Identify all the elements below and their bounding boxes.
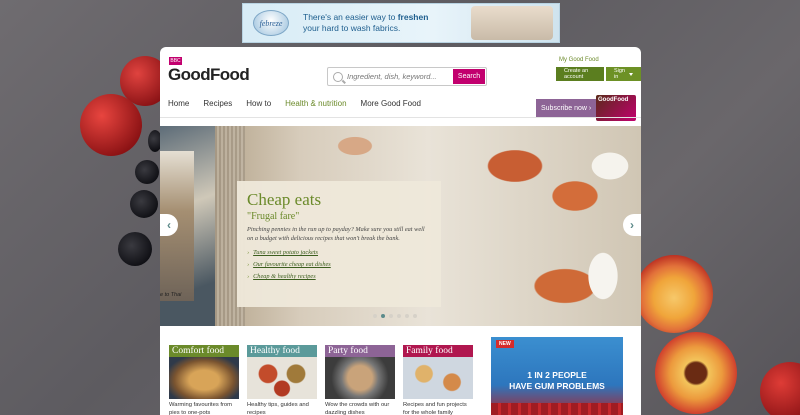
hero-title[interactable]: Cheap eats	[247, 190, 431, 210]
card-text: Healthy tips, guides and recipes	[247, 402, 309, 415]
subscribe-button[interactable]: Subscribe now ›	[536, 99, 602, 117]
blackberry-decoration	[135, 160, 159, 184]
search-input[interactable]	[347, 72, 457, 81]
nav-item-health-nutrition[interactable]: Health & nutrition	[285, 99, 346, 108]
nav-item-home[interactable]: Home	[168, 99, 189, 108]
ad-headline: 1 IN 2 PEOPLE HAVE GUM PROBLEMS	[509, 370, 605, 391]
hero-caption-box: Cheap eats "Frugal fare" Pinching pennie…	[237, 181, 441, 307]
card-title: Healthy food	[247, 345, 317, 357]
top-banner-ad[interactable]: febreze There's an easier way to freshen…	[242, 3, 560, 43]
card-title: Family food	[403, 345, 473, 357]
side-ad[interactable]: NEW 1 IN 2 PEOPLE HAVE GUM PROBLEMS	[491, 337, 623, 415]
category-cards: Comfort food Warming favourites from pie…	[169, 345, 481, 415]
hero-link[interactable]: Tuna sweet potato jackets	[247, 249, 431, 256]
main-nav: Home Recipes How to Health & nutrition M…	[168, 99, 435, 108]
chevron-down-icon	[629, 72, 633, 76]
search-icon	[333, 71, 343, 82]
plum-half-decoration	[655, 332, 737, 414]
account-bar: Create an account Sign in	[556, 67, 641, 81]
bbc-badge: BBC	[169, 57, 182, 65]
card-healthy-food[interactable]: Healthy food Healthy tips, guides and re…	[247, 345, 317, 415]
plum-decoration	[80, 94, 142, 156]
page-container: BBC GoodFood Search My Good Food Create …	[160, 47, 641, 415]
card-text: Warming favourites from pies to one-pots	[169, 402, 232, 415]
hero-subtitle: "Frugal fare"	[247, 211, 300, 222]
hero-carousel: e to Thai Cheap eats "Frugal fare" Pinch…	[160, 126, 641, 326]
card-image	[403, 357, 473, 399]
ad-text: There's an easier way to freshen your ha…	[303, 12, 429, 33]
carousel-dot[interactable]	[373, 314, 377, 318]
blackberry-decoration	[118, 232, 152, 266]
hero-links: Tuna sweet potato jackets Our favourite …	[247, 249, 431, 280]
carousel-dot[interactable]	[413, 314, 417, 318]
ad-new-badge: NEW	[496, 340, 514, 348]
carousel-next-button[interactable]: ›	[623, 214, 641, 236]
blackberry-decoration	[130, 190, 158, 218]
plum-decoration	[760, 362, 800, 415]
carousel-dot[interactable]	[405, 314, 409, 318]
carousel-dots	[373, 314, 421, 318]
create-account-button[interactable]: Create an account	[556, 67, 604, 81]
card-comfort-food[interactable]: Comfort food Warming favourites from pie…	[169, 345, 239, 415]
hero-link[interactable]: Cheap & healthy recipes	[247, 273, 431, 280]
ad-image	[471, 6, 553, 40]
card-family-food[interactable]: Family food Recipes and fun projects for…	[403, 345, 473, 415]
card-title: Comfort food	[169, 345, 239, 357]
prev-slide-caption: e to Thai	[160, 292, 182, 298]
carousel-dot[interactable]	[389, 314, 393, 318]
nav-item-more-good-food[interactable]: More Good Food	[361, 99, 421, 108]
card-text: Recipes and fun projects for the whole f…	[403, 402, 467, 415]
card-image	[247, 357, 317, 399]
carousel-dot-active[interactable]	[381, 314, 385, 318]
hero-description: Pinching pennies in the run up to payday…	[247, 226, 425, 242]
card-title: Party food	[325, 345, 395, 357]
ad-crowd-graphic	[491, 403, 623, 415]
card-image	[325, 357, 395, 399]
card-party-food[interactable]: Party food Wow the crowds with our dazzl…	[325, 345, 395, 415]
card-text: Wow the crowds with our dazzling dishes	[325, 402, 390, 415]
goodfood-logo[interactable]: GoodFood	[168, 65, 250, 85]
nav-item-recipes[interactable]: Recipes	[203, 99, 232, 108]
sign-in-button[interactable]: Sign in	[605, 67, 641, 81]
search-button[interactable]: Search	[453, 69, 485, 84]
hero-link[interactable]: Our favourite cheap eat dishes	[247, 261, 431, 268]
carousel-dot[interactable]	[397, 314, 401, 318]
nav-divider	[160, 117, 641, 118]
search-bar: Search	[327, 67, 487, 86]
febreze-logo: febreze	[253, 10, 289, 36]
plum-half-decoration	[635, 255, 713, 333]
nav-item-how-to[interactable]: How to	[246, 99, 271, 108]
card-image	[169, 357, 239, 399]
my-good-food-link[interactable]: My Good Food	[559, 57, 599, 63]
